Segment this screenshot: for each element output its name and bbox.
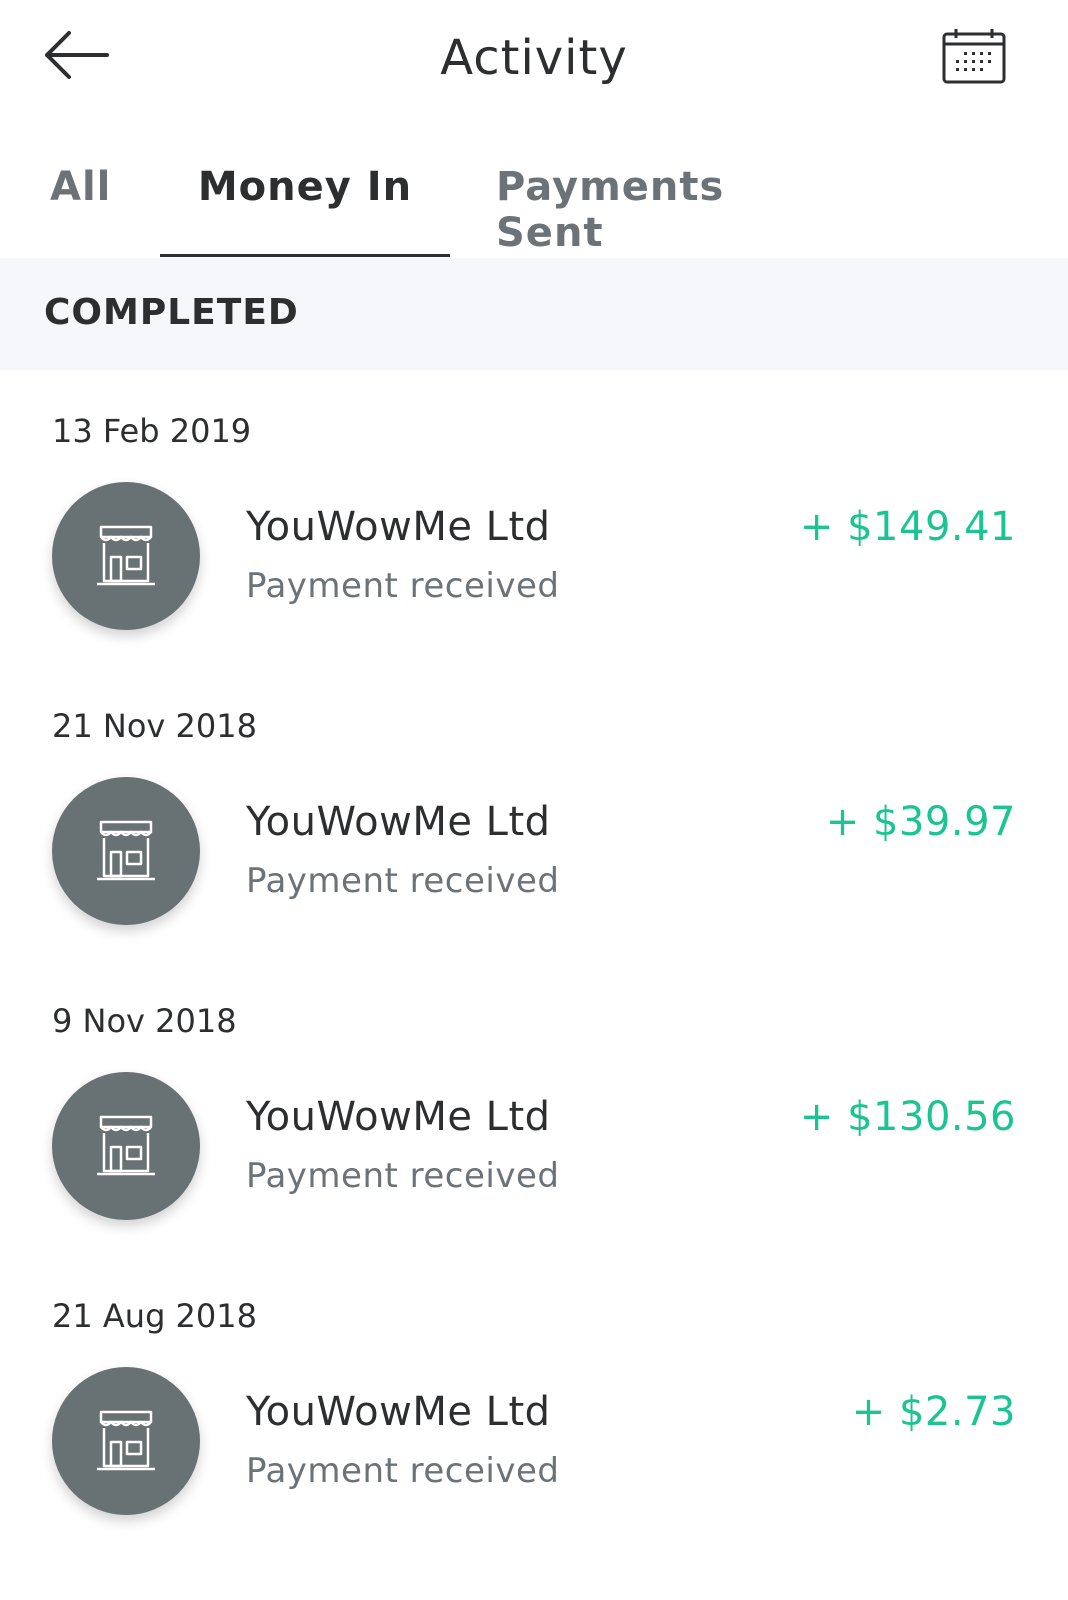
calendar-icon [942, 29, 1006, 84]
transaction-group: 9 Nov 2018 YouWowMe Ltd Payment received… [0, 960, 1068, 1255]
transaction-row[interactable]: YouWowMe Ltd Payment received + $149.41 [0, 482, 1068, 634]
storefront-icon [97, 1115, 155, 1176]
merchant-name: YouWowMe Ltd [246, 1389, 551, 1435]
transaction-amount: + $2.73 [851, 1389, 1016, 1435]
transaction-status: Payment received [246, 861, 560, 901]
active-tab-indicator [160, 254, 450, 257]
section-header: COMPLETED [0, 258, 1068, 370]
merchant-name: YouWowMe Ltd [246, 504, 551, 550]
storefront-icon [97, 1410, 155, 1471]
transaction-row[interactable]: YouWowMe Ltd Payment received + $130.56 [0, 1072, 1068, 1224]
merchant-name: YouWowMe Ltd [246, 799, 551, 845]
tab-money-in[interactable]: Money In [160, 164, 450, 254]
transaction-amount: + $149.41 [799, 504, 1016, 550]
tab-all[interactable]: All [50, 164, 110, 254]
transaction-group: 21 Aug 2018 YouWowMe Ltd Payment receive… [0, 1255, 1068, 1550]
transaction-group: 21 Nov 2018 YouWowMe Ltd Payment receive… [0, 665, 1068, 960]
transaction-list: 13 Feb 2019 YouWowMe Ltd Payment receive… [0, 370, 1068, 1550]
calendar-button[interactable] [940, 26, 1008, 86]
transaction-date: 21 Nov 2018 [52, 707, 257, 745]
transaction-group: 13 Feb 2019 YouWowMe Ltd Payment receive… [0, 370, 1068, 665]
transaction-status: Payment received [246, 1156, 560, 1196]
top-bar: Activity [0, 0, 1068, 130]
storefront-icon [97, 525, 155, 586]
merchant-name: YouWowMe Ltd [246, 1094, 551, 1140]
transaction-status: Payment received [246, 566, 560, 606]
merchant-avatar [52, 777, 200, 925]
transaction-date: 21 Aug 2018 [52, 1297, 257, 1335]
activity-tabs: All Money In Payments Sent [0, 130, 1068, 256]
merchant-avatar [52, 1072, 200, 1220]
transaction-amount: + $130.56 [799, 1094, 1016, 1140]
page-title: Activity [440, 30, 628, 86]
activity-screen: Activity All Money In Payments Sent COMP… [0, 0, 1068, 1600]
transaction-date: 9 Nov 2018 [52, 1002, 237, 1040]
storefront-icon [97, 820, 155, 881]
tab-payments-sent[interactable]: Payments Sent [496, 164, 826, 256]
section-title: COMPLETED [44, 292, 299, 333]
merchant-avatar [52, 1367, 200, 1515]
transaction-date: 13 Feb 2019 [52, 412, 252, 450]
transaction-amount: + $39.97 [825, 799, 1016, 845]
merchant-avatar [52, 482, 200, 630]
transaction-row[interactable]: YouWowMe Ltd Payment received + $2.73 [0, 1367, 1068, 1519]
transaction-row[interactable]: YouWowMe Ltd Payment received + $39.97 [0, 777, 1068, 929]
transaction-status: Payment received [246, 1451, 560, 1491]
